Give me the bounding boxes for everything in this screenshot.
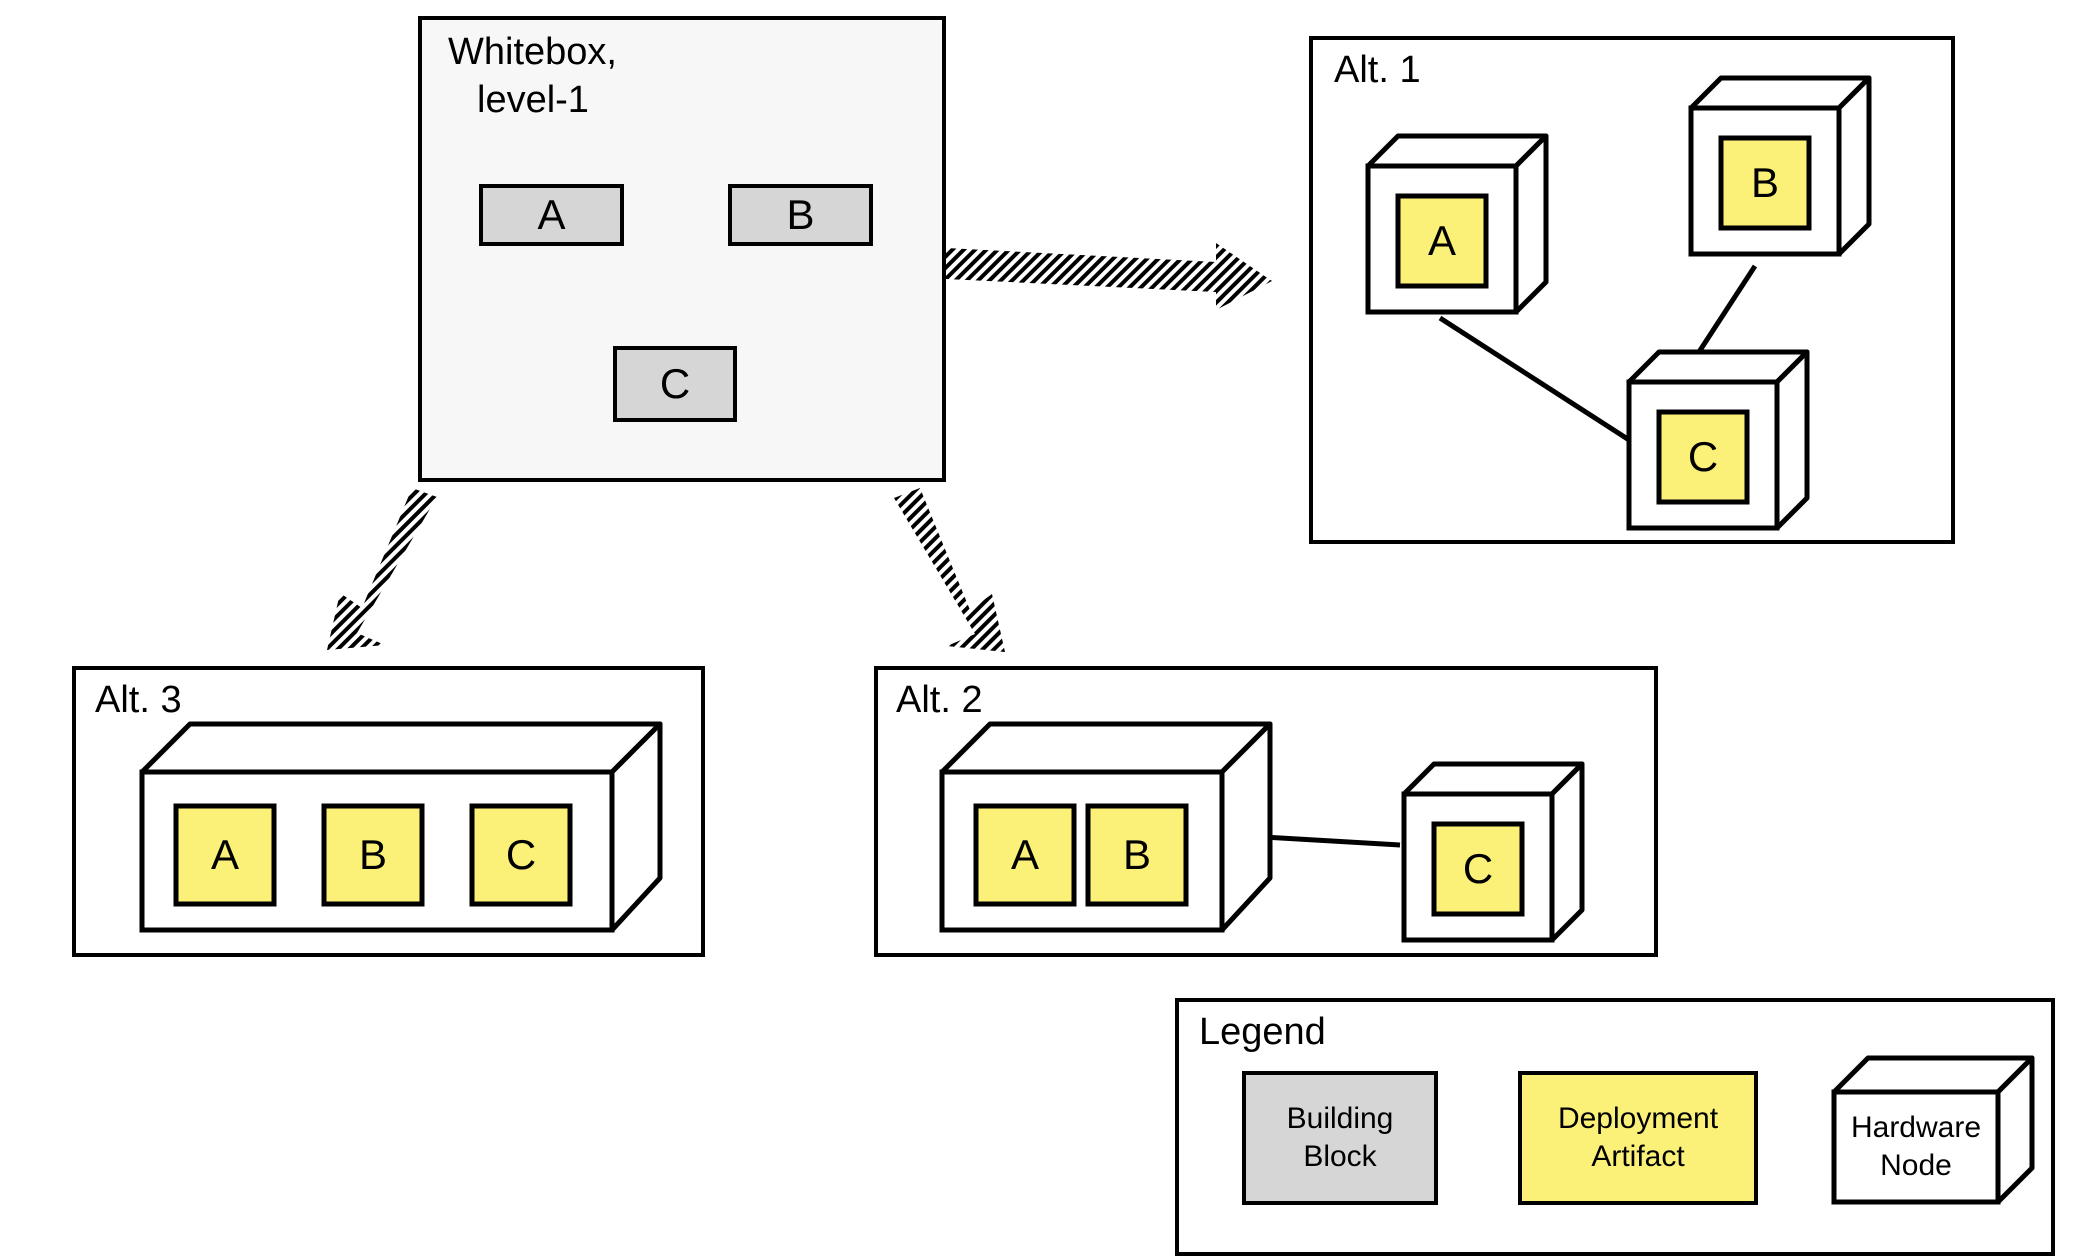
alt2-node-ab[interactable] [936,718,1276,948]
legend-building-block-label: Building Block [1286,1102,1394,1173]
legend-deployment-artifact-swatch: Deployment Artifact [1518,1071,1758,1205]
alt2-node-c[interactable] [1396,750,1586,950]
alt2-title: Alt. 2 [896,679,983,721]
legend-deployment-artifact-label: Deployment Artifact [1557,1102,1719,1173]
building-block-a[interactable]: A [479,184,624,246]
legend-title: Legend [1199,1011,1326,1053]
legend-hardware-node-swatch [1828,1050,2038,1220]
building-block-b[interactable]: B [728,184,873,246]
alt1-node-a[interactable] [1360,122,1550,322]
flow-arrow-to-alt2 [894,488,1005,652]
whitebox-title-line2: level-1 [477,79,589,121]
flow-arrow-to-alt3 [327,488,437,650]
building-block-a-label: A [537,191,566,238]
alt1-node-b[interactable] [1683,64,1873,264]
alt3-node-abc[interactable] [136,718,666,948]
whitebox-title-line1: Whitebox, [448,31,617,73]
flow-arrow-to-alt1 [946,243,1272,310]
alt3-title: Alt. 3 [95,679,182,721]
legend-building-block-swatch: Building Block [1242,1071,1438,1205]
alt1-node-c[interactable] [1621,338,1811,538]
building-block-c-label: C [659,360,691,407]
diagram-canvas: Whitebox, level-1 A B C Alt. 1 A B C Alt… [0,0,2079,1258]
building-block-c[interactable]: C [613,346,737,422]
building-block-b-label: B [786,191,815,238]
alt1-title: Alt. 1 [1334,49,1421,91]
